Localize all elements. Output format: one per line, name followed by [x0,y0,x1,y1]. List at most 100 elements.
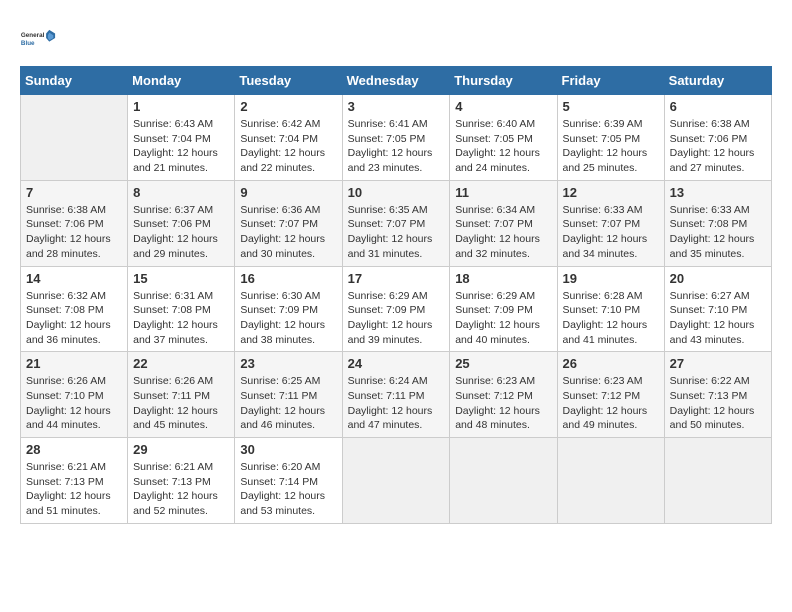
day-info: Sunrise: 6:43 AMSunset: 7:04 PMDaylight:… [133,117,229,176]
calendar-cell: 20 Sunrise: 6:27 AMSunset: 7:10 PMDayligh… [664,266,771,352]
calendar-table: SundayMondayTuesdayWednesdayThursdayFrid… [20,66,772,524]
day-number: 20 [670,271,766,286]
calendar-cell: 17Sunrise: 6:29 AMSunset: 7:09 PMDayligh… [342,266,450,352]
day-info: Sunrise: 6:23 AMSunset: 7:12 PMDaylight:… [455,374,551,433]
calendar-cell: 26 Sunrise: 6:23 AMSunset: 7:12 PMDayligh… [557,352,664,438]
day-number: 8 [133,185,229,200]
day-info: Sunrise: 6:34 AMSunset: 7:07 PMDaylight:… [455,203,551,262]
day-number: 29 [133,442,229,457]
day-info: Sunrise: 6:42 AMSunset: 7:04 PMDaylight:… [240,117,336,176]
day-info: Sunrise: 6:30 AMSunset: 7:09 PMDaylight:… [240,289,336,348]
day-header-friday: Friday [557,67,664,95]
day-info: Sunrise: 6:22 AMSunset: 7:13 PMDaylight:… [670,374,766,433]
calendar-cell: 4 Sunrise: 6:40 AMSunset: 7:05 PMDaylight… [450,95,557,181]
day-number: 2 [240,99,336,114]
calendar-cell: 1 Sunrise: 6:43 AMSunset: 7:04 PMDaylight… [128,95,235,181]
day-number: 5 [563,99,659,114]
calendar-cell: 24 Sunrise: 6:24 AMSunset: 7:11 PMDayligh… [342,352,450,438]
day-info: Sunrise: 6:36 AMSunset: 7:07 PMDaylight:… [240,203,336,262]
day-info: Sunrise: 6:25 AMSunset: 7:11 PMDaylight:… [240,374,336,433]
calendar-cell [342,438,450,524]
day-number: 6 [670,99,766,114]
day-info: Sunrise: 6:26 AMSunset: 7:11 PMDaylight:… [133,374,229,433]
calendar-cell: 23 Sunrise: 6:25 AMSunset: 7:11 PMDayligh… [235,352,342,438]
calendar-cell [21,95,128,181]
day-number: 13 [670,185,766,200]
day-info: Sunrise: 6:20 AMSunset: 7:14 PMDaylight:… [240,460,336,519]
day-info: Sunrise: 6:32 AMSunset: 7:08 PMDaylight:… [26,289,122,348]
day-info: Sunrise: 6:41 AMSunset: 7:05 PMDaylight:… [348,117,445,176]
day-info: Sunrise: 6:35 AMSunset: 7:07 PMDaylight:… [348,203,445,262]
calendar-header: SundayMondayTuesdayWednesdayThursdayFrid… [21,67,772,95]
calendar-cell [557,438,664,524]
day-number: 12 [563,185,659,200]
day-number: 28 [26,442,122,457]
calendar-cell: 21Sunrise: 6:26 AMSunset: 7:10 PMDayligh… [21,352,128,438]
day-info: Sunrise: 6:24 AMSunset: 7:11 PMDaylight:… [348,374,445,433]
calendar-cell: 13 Sunrise: 6:33 AMSunset: 7:08 PMDayligh… [664,180,771,266]
day-header-tuesday: Tuesday [235,67,342,95]
calendar-cell: 3 Sunrise: 6:41 AMSunset: 7:05 PMDaylight… [342,95,450,181]
day-number: 15 [133,271,229,286]
day-number: 1 [133,99,229,114]
day-info: Sunrise: 6:26 AMSunset: 7:10 PMDaylight:… [26,374,122,433]
calendar-cell: 18 Sunrise: 6:29 AMSunset: 7:09 PMDayligh… [450,266,557,352]
day-info: Sunrise: 6:23 AMSunset: 7:12 PMDaylight:… [563,374,659,433]
calendar-week-3: 14 Sunrise: 6:32 AMSunset: 7:08 PMDayligh… [21,266,772,352]
calendar-cell: 30 Sunrise: 6:20 AMSunset: 7:14 PMDayligh… [235,438,342,524]
calendar-cell [450,438,557,524]
day-number: 25 [455,356,551,371]
svg-text:General: General [21,32,45,39]
day-header-monday: Monday [128,67,235,95]
logo-icon: GeneralBlue [20,20,56,56]
calendar-week-1: 1 Sunrise: 6:43 AMSunset: 7:04 PMDaylight… [21,95,772,181]
day-info: Sunrise: 6:28 AMSunset: 7:10 PMDaylight:… [563,289,659,348]
day-number: 19 [563,271,659,286]
calendar-cell: 11 Sunrise: 6:34 AMSunset: 7:07 PMDayligh… [450,180,557,266]
day-info: Sunrise: 6:39 AMSunset: 7:05 PMDaylight:… [563,117,659,176]
day-info: Sunrise: 6:31 AMSunset: 7:08 PMDaylight:… [133,289,229,348]
day-number: 18 [455,271,551,286]
calendar-cell: 28 Sunrise: 6:21 AMSunset: 7:13 PMDayligh… [21,438,128,524]
day-info: Sunrise: 6:29 AMSunset: 7:09 PMDaylight:… [455,289,551,348]
day-info: Sunrise: 6:27 AMSunset: 7:10 PMDaylight:… [670,289,766,348]
day-info: Sunrise: 6:33 AMSunset: 7:08 PMDaylight:… [670,203,766,262]
day-number: 22 [133,356,229,371]
page-header: GeneralBlue [20,20,772,56]
day-info: Sunrise: 6:37 AMSunset: 7:06 PMDaylight:… [133,203,229,262]
calendar-week-4: 21Sunrise: 6:26 AMSunset: 7:10 PMDayligh… [21,352,772,438]
day-number: 7 [26,185,122,200]
day-number: 16 [240,271,336,286]
calendar-cell: 27Sunrise: 6:22 AMSunset: 7:13 PMDayligh… [664,352,771,438]
calendar-cell: 5 Sunrise: 6:39 AMSunset: 7:05 PMDaylight… [557,95,664,181]
calendar-cell: 7 Sunrise: 6:38 AMSunset: 7:06 PMDaylight… [21,180,128,266]
day-number: 23 [240,356,336,371]
svg-text:Blue: Blue [21,40,35,47]
calendar-cell: 15 Sunrise: 6:31 AMSunset: 7:08 PMDayligh… [128,266,235,352]
day-number: 26 [563,356,659,371]
day-number: 4 [455,99,551,114]
calendar-week-2: 7 Sunrise: 6:38 AMSunset: 7:06 PMDaylight… [21,180,772,266]
calendar-cell: 8 Sunrise: 6:37 AMSunset: 7:06 PMDaylight… [128,180,235,266]
calendar-cell: 2 Sunrise: 6:42 AMSunset: 7:04 PMDaylight… [235,95,342,181]
day-info: Sunrise: 6:21 AMSunset: 7:13 PMDaylight:… [26,460,122,519]
calendar-cell: 10Sunrise: 6:35 AMSunset: 7:07 PMDayligh… [342,180,450,266]
day-number: 30 [240,442,336,457]
calendar-cell: 22 Sunrise: 6:26 AMSunset: 7:11 PMDayligh… [128,352,235,438]
day-number: 3 [348,99,445,114]
calendar-cell [664,438,771,524]
calendar-cell: 29Sunrise: 6:21 AMSunset: 7:13 PMDayligh… [128,438,235,524]
day-number: 14 [26,271,122,286]
day-header-thursday: Thursday [450,67,557,95]
day-info: Sunrise: 6:38 AMSunset: 7:06 PMDaylight:… [26,203,122,262]
calendar-cell: 14 Sunrise: 6:32 AMSunset: 7:08 PMDayligh… [21,266,128,352]
calendar-cell: 9Sunrise: 6:36 AMSunset: 7:07 PMDaylight… [235,180,342,266]
day-number: 24 [348,356,445,371]
day-info: Sunrise: 6:33 AMSunset: 7:07 PMDaylight:… [563,203,659,262]
day-info: Sunrise: 6:29 AMSunset: 7:09 PMDaylight:… [348,289,445,348]
logo: GeneralBlue [20,20,56,56]
day-info: Sunrise: 6:40 AMSunset: 7:05 PMDaylight:… [455,117,551,176]
calendar-week-5: 28 Sunrise: 6:21 AMSunset: 7:13 PMDayligh… [21,438,772,524]
day-number: 11 [455,185,551,200]
calendar-cell: 16 Sunrise: 6:30 AMSunset: 7:09 PMDayligh… [235,266,342,352]
